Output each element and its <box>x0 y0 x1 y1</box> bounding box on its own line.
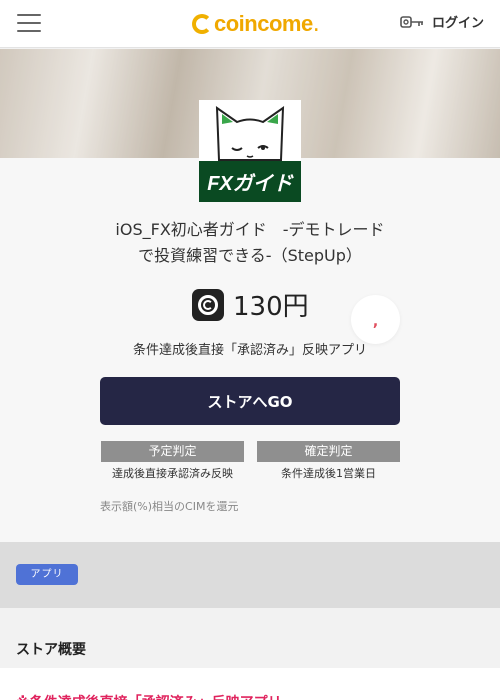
coin-logo-icon <box>192 14 212 34</box>
offer-title-line1: iOS_FX初心者ガイド -デモトレード <box>115 220 385 239</box>
favorite-glyph: , <box>372 313 379 330</box>
condition-text: 条件達成後直接「承認済み」反映アプリ <box>132 343 367 358</box>
planned-judgement: 予定判定 達成後直接承認済み反映 <box>101 441 244 481</box>
planned-judgement-label: 予定判定 <box>101 441 244 462</box>
confirmed-judgement-label: 確定判定 <box>257 441 400 462</box>
site-logo[interactable]: coincome . <box>192 10 320 38</box>
display-note: 表示額(%)相当のCIMを還元 <box>100 500 239 513</box>
store-overview-header: ストア概要 <box>0 608 500 668</box>
app-icon-label-strip: FXガイド <box>199 161 301 202</box>
category-tag[interactable]: アプリ <box>16 564 78 585</box>
store-overview-title: ストア概要 <box>16 642 86 658</box>
menu-icon[interactable] <box>17 14 41 32</box>
reward: 130円 <box>192 286 309 323</box>
store-overview-body: ※条件達成後直接「承認済み」反映アプリ <box>0 668 500 700</box>
favorite-button[interactable]: , <box>351 295 400 344</box>
store-go-button[interactable]: ストアへGO <box>100 377 400 425</box>
reward-value: 130円 <box>233 292 309 322</box>
login-label: ログイン <box>431 16 484 31</box>
logo-text: coincome <box>214 11 313 36</box>
login-button[interactable]: ログイン <box>400 12 484 31</box>
tag-section: アプリ <box>0 542 500 608</box>
store-overview-text: ※条件達成後直接「承認済み」反映アプリ <box>16 692 282 700</box>
offer-title-line2: で投資練習できる-（StepUp） <box>138 246 362 265</box>
cat-mascot-icon <box>215 106 285 161</box>
offer-title: iOS_FX初心者ガイド -デモトレード で投資練習できる-（StepUp） <box>100 217 400 269</box>
planned-judgement-detail: 達成後直接承認済み反映 <box>112 467 233 480</box>
site-header: coincome . ログイン <box>0 0 500 48</box>
coin-icon <box>192 288 224 321</box>
app-icon: FXガイド <box>199 100 301 202</box>
logo-dot: . <box>312 11 320 37</box>
app-icon-label: FXガイド <box>207 173 293 195</box>
key-icon <box>400 15 423 28</box>
confirmed-judgement-detail: 条件達成後1営業日 <box>281 467 376 480</box>
confirmed-judgement: 確定判定 条件達成後1営業日 <box>257 441 400 481</box>
